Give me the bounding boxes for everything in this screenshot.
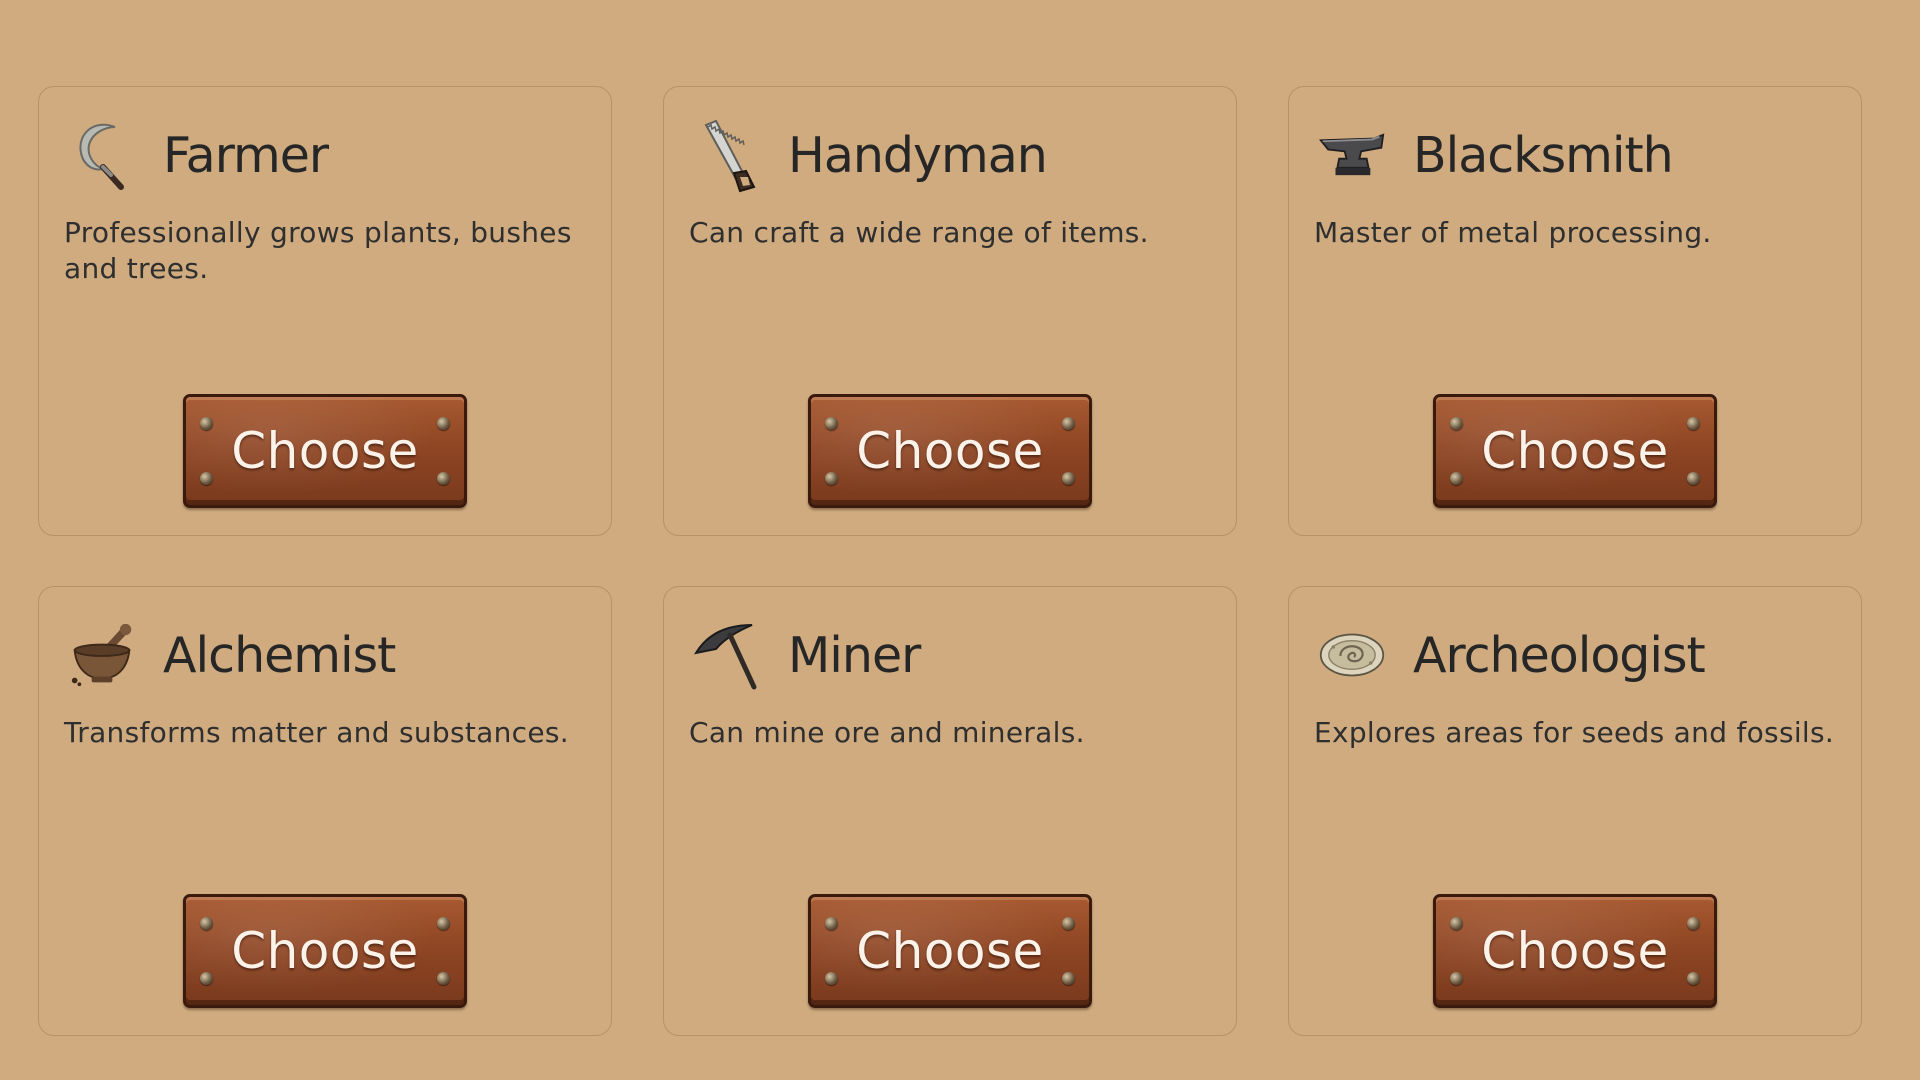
card-header: Handyman — [694, 115, 1048, 195]
card-header: Blacksmith — [1319, 115, 1674, 195]
fossil-icon — [1319, 617, 1385, 693]
card-title: Farmer — [163, 126, 329, 184]
rivet — [200, 972, 213, 985]
rivet — [437, 972, 450, 985]
rivet — [200, 417, 213, 430]
rivet — [825, 472, 838, 485]
rivet — [1062, 472, 1075, 485]
card-title: Alchemist — [163, 626, 396, 684]
choose-button-label: Choose — [856, 922, 1044, 980]
card-title: Miner — [788, 626, 921, 684]
profession-card-miner: Miner Can mine ore and minerals. Choose — [663, 586, 1237, 1036]
rivet — [200, 472, 213, 485]
rivet — [1450, 917, 1463, 930]
choose-button-miner[interactable]: Choose — [808, 894, 1092, 1008]
choose-button-label: Choose — [231, 422, 419, 480]
choose-button-farmer[interactable]: Choose — [183, 394, 467, 508]
rivet — [200, 917, 213, 930]
card-title: Archeologist — [1413, 626, 1706, 684]
rivet — [437, 472, 450, 485]
rivet — [1450, 472, 1463, 485]
rivet — [1062, 417, 1075, 430]
choose-button-label: Choose — [1481, 422, 1669, 480]
rivet — [825, 417, 838, 430]
rivet — [1450, 972, 1463, 985]
choose-button-label: Choose — [1481, 922, 1669, 980]
mortar-pestle-icon — [69, 617, 135, 693]
card-header: Farmer — [69, 115, 329, 195]
card-description: Master of metal processing. — [1314, 216, 1712, 249]
profession-card-handyman: Handyman Can craft a wide range of items… — [663, 86, 1237, 536]
profession-card-farmer: Farmer Professionally grows plants, bush… — [38, 86, 612, 536]
choose-button-handyman[interactable]: Choose — [808, 394, 1092, 508]
card-description: Professionally grows plants, bushes and … — [64, 216, 572, 285]
anvil-icon — [1319, 117, 1385, 193]
rivet — [1062, 917, 1075, 930]
rivet — [1450, 417, 1463, 430]
profession-card-archeologist: Archeologist Explores areas for seeds an… — [1288, 586, 1862, 1036]
card-title: Handyman — [788, 126, 1048, 184]
card-description: Can craft a wide range of items. — [689, 216, 1149, 249]
card-header: Miner — [694, 615, 921, 695]
profession-card-blacksmith: Blacksmith Master of metal processing. C… — [1288, 86, 1862, 536]
choose-button-blacksmith[interactable]: Choose — [1433, 394, 1717, 508]
saw-icon — [694, 117, 760, 193]
choose-button-archeologist[interactable]: Choose — [1433, 894, 1717, 1008]
profession-card-alchemist: Alchemist Transforms matter and substanc… — [38, 586, 612, 1036]
rivet — [825, 917, 838, 930]
rivet — [437, 917, 450, 930]
choose-button-label: Choose — [231, 922, 419, 980]
choose-button-label: Choose — [856, 422, 1044, 480]
card-description: Can mine ore and minerals. — [689, 716, 1085, 749]
card-title: Blacksmith — [1413, 126, 1674, 184]
pickaxe-icon — [694, 617, 760, 693]
card-description: Explores areas for seeds and fossils. — [1314, 716, 1835, 749]
card-header: Archeologist — [1319, 615, 1706, 695]
profession-grid: Farmer Professionally grows plants, bush… — [38, 86, 1862, 1036]
rivet — [437, 417, 450, 430]
rivet — [1687, 472, 1700, 485]
choose-button-alchemist[interactable]: Choose — [183, 894, 467, 1008]
sickle-icon — [69, 117, 135, 193]
rivet — [1062, 972, 1075, 985]
rivet — [1687, 417, 1700, 430]
rivet — [1687, 972, 1700, 985]
rivet — [825, 972, 838, 985]
card-header: Alchemist — [69, 615, 396, 695]
rivet — [1687, 917, 1700, 930]
card-description: Transforms matter and substances. — [64, 716, 569, 749]
